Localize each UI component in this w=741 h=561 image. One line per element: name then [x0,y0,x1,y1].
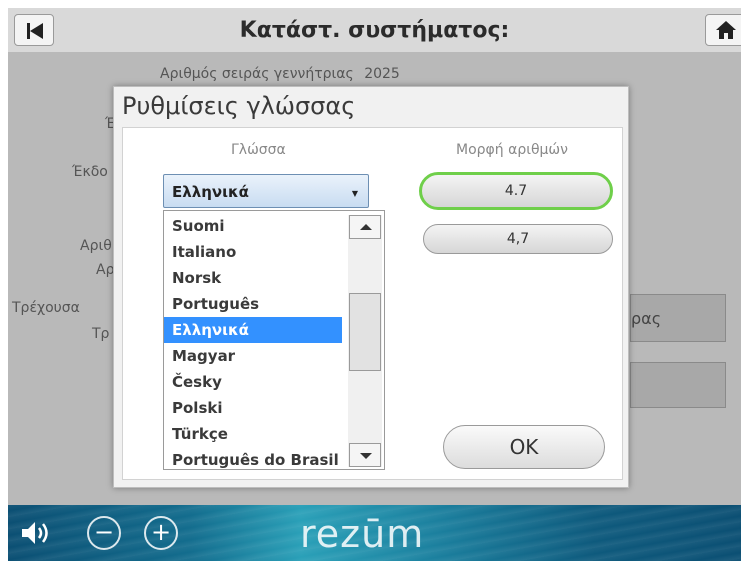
language-option[interactable]: Norsk [164,265,342,291]
volume-up-button[interactable]: + [144,516,178,550]
scroll-down-arrow-icon[interactable] [349,443,381,467]
footer-bar: − + rezūm [8,505,741,561]
language-select[interactable]: Ελληνικά ▼ [163,174,369,208]
language-option[interactable]: Magyar [164,343,342,369]
generator-serial-label: Αριθμός σειράς γεννήτριας [160,66,354,82]
header-bar: Κατάστ. συστήματος: [8,8,741,52]
language-option[interactable]: Português do Brasil [164,447,342,473]
language-option[interactable]: Suomi [164,213,342,239]
page-title: Κατάστ. συστήματος: [239,18,510,43]
speaker-volume-icon[interactable] [20,519,54,547]
language-option[interactable]: Česky [164,369,342,395]
scroll-thumb[interactable] [349,293,381,371]
number-format-dot-button[interactable]: 4.7 [419,172,613,210]
bg-action-button: ρας [630,294,726,342]
language-settings-dialog: Ρυθμίσεις γλώσσας Γλώσσα Μορφή αριθμών Ε… [113,86,629,488]
dialog-body: Γλώσσα Μορφή αριθμών Ελληνικά ▼ Suomi It… [122,127,623,480]
number-format-label: Μορφή αριθμών [456,142,568,158]
home-button[interactable] [705,14,741,46]
dropdown-scrollbar[interactable] [348,215,382,467]
language-option[interactable]: Türkçe [164,421,342,447]
number-format-comma-button[interactable]: 4,7 [423,224,613,254]
language-option-selected[interactable]: Ελληνικά [164,317,342,343]
bg-label-ekdo: Έκδο [72,164,108,180]
bg-label-trexousa: Τρέχουσα [12,300,80,316]
home-icon [716,21,736,39]
language-label: Γλώσσα [231,142,286,158]
bg-action-button-2 [630,362,726,408]
volume-down-button[interactable]: − [87,516,121,550]
bg-label-tr: Τρ [92,326,110,342]
chevron-down-icon: ▼ [351,189,358,198]
bg-label-arith: Αριθ [80,238,112,254]
generator-serial-value: 2025 [364,66,400,82]
ok-button[interactable]: OK [443,425,605,469]
language-option[interactable]: Italiano [164,239,342,265]
scroll-up-arrow-icon[interactable] [349,215,381,239]
language-option[interactable]: Português [164,291,342,317]
language-dropdown-list[interactable]: Suomi Italiano Norsk Português Ελληνικά … [163,210,385,470]
brand-logo: rezūm [300,512,425,556]
language-option[interactable]: Polski [164,395,342,421]
bg-label-ar: Αρ [96,262,115,278]
language-select-value: Ελληνικά [172,183,249,201]
dialog-title: Ρυθμίσεις γλώσσας [122,92,356,120]
